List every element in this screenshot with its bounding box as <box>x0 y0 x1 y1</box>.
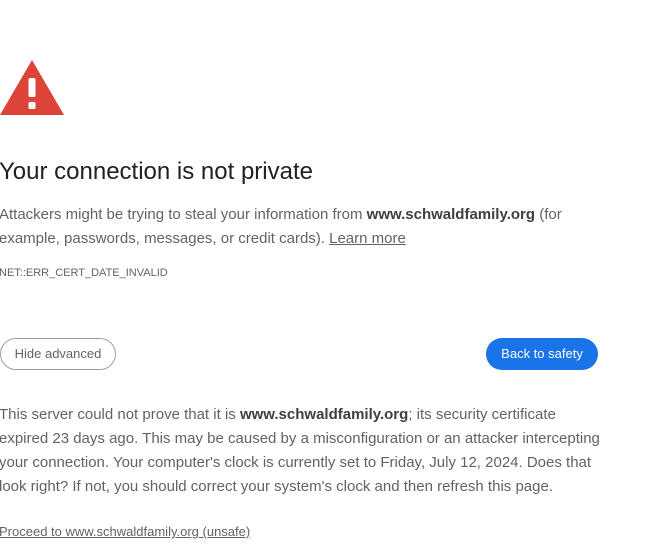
summary-text: Attackers might be trying to steal your … <box>0 203 599 251</box>
back-to-safety-button[interactable]: Back to safety <box>486 338 598 370</box>
details-domain: www.schwaldfamily.org <box>239 406 409 423</box>
summary-text-before: Attackers might be trying to steal your … <box>0 206 367 223</box>
details-text-before: This server could not prove that it is <box>0 406 240 423</box>
details-text: This server could not prove that it is w… <box>0 403 604 499</box>
hide-advanced-button[interactable]: Hide advanced <box>0 338 116 370</box>
proceed-unsafe-link[interactable]: Proceed to www.schwaldfamily.org (unsafe… <box>0 524 250 539</box>
warning-triangle-icon <box>0 59 64 116</box>
learn-more-link[interactable]: Learn more <box>329 230 406 247</box>
error-code: NET::ERR_CERT_DATE_INVALID <box>0 267 168 279</box>
summary-domain: www.schwaldfamily.org <box>366 206 536 223</box>
page-title: Your connection is not private <box>0 158 313 185</box>
